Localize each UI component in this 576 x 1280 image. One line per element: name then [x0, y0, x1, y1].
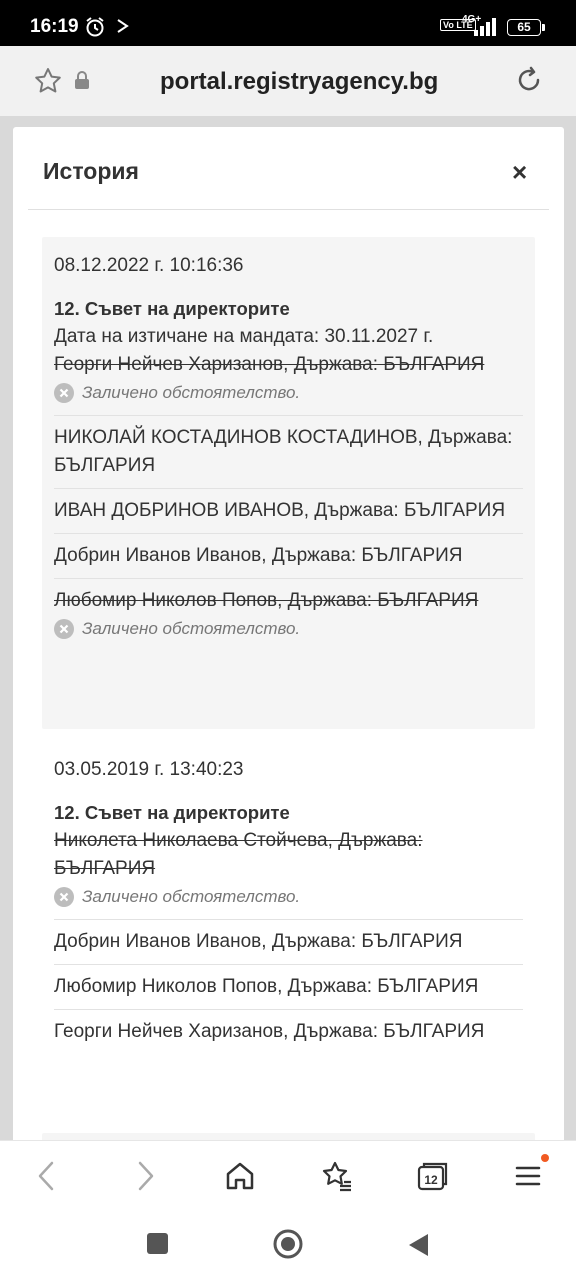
director-name: Добрин Иванов Иванов, Държава: БЪЛГАРИЯ [54, 545, 463, 566]
deleted-note-text: Заличено обстоятелство. [82, 383, 301, 402]
home-icon[interactable] [224, 1159, 256, 1198]
director-name: ИВАН ДОБРИНОВ ИВАНОВ, Държава: БЪЛГАРИЯ [54, 500, 506, 521]
close-circle-icon [54, 383, 74, 403]
entry-date: 08.12.2022 г. 10:16:36 [54, 255, 244, 276]
deleted-note: Заличено обстоятелство. [54, 379, 523, 407]
browser-toolbar: 12 [0, 1140, 576, 1216]
lock-icon [74, 71, 90, 94]
url-text[interactable]: portal.registryagency.bg [160, 68, 438, 96]
list-item: Добрин Иванов Иванов, Държава: БЪЛГАРИЯ [54, 928, 523, 956]
status-bar: 16:19 Vo LTE 4G+ 65 [0, 0, 576, 46]
divider [54, 919, 523, 920]
deleted-note-text: Заличено обстоятелство. [82, 619, 301, 638]
tabs-icon[interactable]: 12 [416, 1159, 450, 1198]
back-icon[interactable] [34, 1159, 60, 1198]
media-play-icon [116, 18, 130, 39]
history-modal: История × 08.12.2022 г. 10:16:36 12. Съв… [13, 127, 564, 1147]
close-button[interactable]: × [512, 157, 527, 188]
list-item: Николета Николаева Стойчева, Държава: БЪ… [54, 827, 523, 911]
list-item: Любомир Николов Попов, Държава: БЪЛГАРИЯ [54, 973, 523, 1001]
mandate-expiry: Дата на изтичане на мандата: 30.11.2027 … [54, 326, 434, 347]
back-button[interactable] [406, 1232, 430, 1263]
battery-icon [542, 24, 545, 31]
director-name-deleted: Георги Нейчев Харизанов, Държава: БЪЛГАР… [54, 354, 485, 375]
reload-icon[interactable] [514, 65, 544, 100]
history-entry: 08.12.2022 г. 10:16:36 12. Съвет на дире… [42, 237, 535, 729]
bookmark-star-icon[interactable] [33, 66, 63, 101]
divider [54, 964, 523, 965]
menu-icon[interactable] [514, 1159, 542, 1198]
director-name-deleted: Николета Николаева Стойчева, Държава: БЪ… [54, 830, 423, 879]
list-item: Георги Нейчев Харизанов, Държава: БЪЛГАР… [54, 351, 523, 407]
director-name: Георги Нейчев Харизанов, Държава: БЪЛГАР… [54, 1021, 485, 1042]
deleted-note: Заличено обстоятелство. [54, 883, 523, 911]
divider [54, 533, 523, 534]
list-item: Георги Нейчев Харизанов, Държава: БЪЛГАР… [54, 1018, 523, 1046]
entry-section-title: 12. Съвет на директорите [54, 298, 290, 319]
entry-section-title: 12. Съвет на директорите [54, 802, 290, 823]
divider [54, 1009, 523, 1010]
list-item: Добрин Иванов Иванов, Държава: БЪЛГАРИЯ [54, 542, 523, 570]
signal-icon [474, 18, 500, 41]
modal-title: История [43, 158, 139, 184]
divider [54, 578, 523, 579]
history-entry: 03.05.2019 г. 13:40:23 12. Съвет на дире… [42, 741, 535, 1121]
divider [28, 209, 549, 210]
system-nav-bar [0, 1216, 576, 1280]
divider [54, 415, 523, 416]
entry-date: 03.05.2019 г. 13:40:23 [54, 759, 244, 780]
forward-icon[interactable] [132, 1159, 158, 1198]
close-circle-icon [54, 887, 74, 907]
list-item: Любомир Николов Попов, Държава: БЪЛГАРИЯ… [54, 587, 523, 643]
deleted-note-text: Заличено обстоятелство. [82, 887, 301, 906]
battery-level: 65 [507, 19, 541, 36]
director-name: НИКОЛАЙ КОСТАДИНОВ КОСТАДИНОВ, Държава: … [54, 427, 513, 476]
director-name: Любомир Николов Попов, Държава: БЪЛГАРИЯ [54, 976, 479, 997]
divider [54, 488, 523, 489]
alarm-icon [84, 16, 106, 43]
deleted-note: Заличено обстоятелство. [54, 615, 523, 643]
recents-button[interactable] [146, 1232, 170, 1261]
bookmarks-icon[interactable] [320, 1159, 354, 1198]
notification-dot [541, 1154, 549, 1162]
director-name-deleted: Любомир Николов Попов, Държава: БЪЛГАРИЯ [54, 590, 479, 611]
address-bar: portal.registryagency.bg [0, 46, 576, 116]
tabs-count: 12 [424, 1173, 438, 1187]
list-item: ИВАН ДОБРИНОВ ИВАНОВ, Държава: БЪЛГАРИЯ [54, 497, 523, 525]
list-item: НИКОЛАЙ КОСТАДИНОВ КОСТАДИНОВ, Държава: … [54, 424, 523, 480]
close-circle-icon [54, 619, 74, 639]
home-button[interactable] [272, 1229, 304, 1265]
status-time: 16:19 [30, 16, 79, 37]
director-name: Добрин Иванов Иванов, Държава: БЪЛГАРИЯ [54, 931, 463, 952]
